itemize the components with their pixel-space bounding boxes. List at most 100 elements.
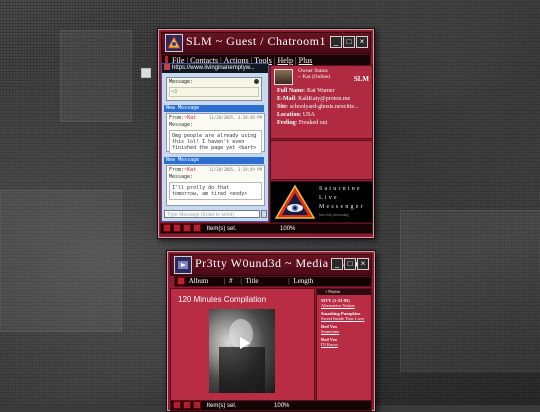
- status-value: ~ Kat (Online): [298, 74, 331, 80]
- close-icon[interactable]: ×: [356, 36, 368, 48]
- playlist-item[interactable]: Smashing Pumpkins Sweet Inside Your Love: [321, 311, 371, 321]
- chat-pane: https://www.livinginanemptyw... Message:…: [161, 63, 269, 222]
- banner-line-1: Saturnine: [319, 186, 362, 192]
- field-label: Location: [277, 112, 300, 118]
- status-items: Item(s) sel.: [206, 402, 237, 409]
- page-icon: [164, 64, 170, 71]
- playlist-panel: + Playlist MTV (1-23-95) Alternative Nat…: [316, 288, 372, 402]
- media-titlebar[interactable]: Pr3tty W0und3d ~ Media Player _ □ ×: [170, 254, 372, 276]
- minimize-icon[interactable]: _: [330, 36, 342, 48]
- video-player[interactable]: 120 Minutes Compilation: [170, 288, 315, 402]
- message-label: Message:: [169, 174, 194, 180]
- status-box: [183, 401, 191, 409]
- minimize-icon[interactable]: _: [331, 258, 343, 270]
- field-label: Full Name: [277, 88, 304, 94]
- profile-full-name: Full Name: Kat Warner: [277, 88, 335, 94]
- media-logo-icon: [174, 256, 192, 274]
- from-label: From:: [169, 167, 185, 173]
- field-value[interactable]: schoolyard-ghosts.neocitie...: [290, 104, 359, 110]
- maximize-icon[interactable]: □: [343, 36, 355, 48]
- profile-site: Site: schoolyard-ghosts.neocitie...: [277, 104, 359, 110]
- status-items: Item(s) sel.: [206, 225, 237, 232]
- playlist-column-headers: Album | # | Title | Length: [174, 276, 372, 287]
- status-box: [193, 224, 201, 232]
- field-label: E-Mail: [277, 96, 295, 102]
- message-card: From:~Kat 11/20/2005, 3:19:49 PM Message…: [166, 113, 265, 154]
- message-timestamp: 11/20/2005, 3:19:49 PM: [209, 115, 262, 120]
- new-message-header: New Message: [164, 105, 264, 112]
- sender-name[interactable]: ~Kat: [184, 167, 196, 173]
- message-timestamp: 11/20/2005, 3:19:49 PM: [209, 167, 262, 172]
- column-title[interactable]: Title: [246, 277, 259, 285]
- field-value[interactable]: KaltKaty@proton.me: [298, 96, 350, 102]
- message-compose-box[interactable]: Message: <3: [166, 77, 262, 101]
- status-box: [193, 401, 201, 409]
- status-box: [173, 224, 181, 232]
- from-label: From:: [169, 115, 185, 121]
- background-building: [60, 30, 132, 122]
- url-bar[interactable]: https://www.livinginanemptyw...: [162, 64, 268, 73]
- menu-help[interactable]: Help: [277, 56, 293, 65]
- menu-plus[interactable]: Plus: [299, 56, 313, 65]
- media-statusbar: Item(s) sel. 100%: [170, 400, 372, 411]
- close-icon[interactable]: ×: [357, 258, 369, 270]
- track-title: Alternative Nation: [321, 303, 355, 308]
- track-title: Sometime: [321, 329, 340, 334]
- broken-image-icon: [141, 68, 151, 78]
- message-card: From:~Kat 11/20/2005, 3:19:49 PM Message…: [166, 165, 265, 206]
- brand-label: SLM: [353, 75, 369, 83]
- owner-profile-panel: Owner Status ~ Kat (Online) SLM Full Nam…: [270, 65, 373, 139]
- close-compose-icon[interactable]: [254, 79, 259, 84]
- url-text: https://www.livinginanemptyw...: [172, 65, 255, 71]
- status-zoom: 100%: [280, 225, 296, 232]
- playlist-header[interactable]: + Playlist: [317, 289, 371, 295]
- track-title: Sweet Inside Your Love: [321, 316, 365, 321]
- new-message-header: New Message: [164, 157, 264, 164]
- video-frame: [209, 309, 275, 393]
- chat-window-title: SLM ~ Guest / Chatroom1: [186, 34, 326, 48]
- message-body: Omg people are already using this lol! I…: [169, 130, 262, 154]
- track-title: I'll Know: [321, 342, 338, 347]
- column-handle: [177, 277, 185, 286]
- window-controls: _ □ ×: [330, 258, 369, 276]
- banner-line-3: Messenger: [319, 204, 365, 210]
- chat-titlebar[interactable]: SLM ~ Guest / Chatroom1 _ □ ×: [161, 32, 371, 54]
- status-box: [183, 224, 191, 232]
- playlist-item[interactable]: Red Vox Sometime: [321, 324, 371, 334]
- column-number[interactable]: #: [229, 277, 233, 285]
- status-zoom: 100%: [274, 402, 290, 409]
- avatar[interactable]: [274, 69, 293, 85]
- field-label: Site: [277, 104, 287, 110]
- chat-input[interactable]: Type Message (Enter to send): [164, 210, 260, 218]
- window-controls: _ □ ×: [329, 36, 368, 54]
- empty-panel: [270, 140, 373, 180]
- status-box: [173, 401, 181, 409]
- column-album[interactable]: Album: [189, 277, 208, 285]
- playlist-item[interactable]: Red Vox I'll Know: [321, 337, 371, 347]
- status-box: [163, 224, 171, 232]
- messenger-banner: Saturnine Live Messenger Not real (obvio…: [270, 181, 373, 223]
- video-title: 120 Minutes Compilation: [178, 295, 267, 304]
- send-button[interactable]: [261, 210, 267, 218]
- sender-name[interactable]: ~Kat: [184, 115, 196, 121]
- message-body: I'll prolly do that tomorrow, am tired <…: [169, 182, 262, 200]
- message-label: Message:: [169, 122, 194, 128]
- play-icon[interactable]: [240, 337, 250, 349]
- chat-statusbar: Item(s) sel. 100%: [160, 223, 373, 234]
- banner-line-2: Live: [319, 195, 339, 201]
- column-length[interactable]: Length: [293, 277, 313, 285]
- profile-feeling: Feeling: Freaked out: [277, 120, 328, 126]
- message-label: Message:: [169, 79, 194, 85]
- playlist-item[interactable]: MTV (1-23-95) Alternative Nation: [321, 298, 371, 308]
- field-value: Freaked out: [298, 120, 328, 126]
- maximize-icon[interactable]: □: [344, 258, 356, 270]
- messenger-logo-icon: [165, 34, 183, 52]
- field-label: Feeling: [277, 120, 296, 126]
- banner-small-text: Not real (obviously): [319, 213, 350, 217]
- background-building: [400, 210, 540, 372]
- background-building: [0, 190, 122, 332]
- eye-pyramid-logo: [274, 184, 316, 219]
- field-value: USA: [302, 112, 315, 118]
- field-value: Kat Warner: [307, 88, 335, 94]
- profile-location: Location: USA: [277, 112, 315, 118]
